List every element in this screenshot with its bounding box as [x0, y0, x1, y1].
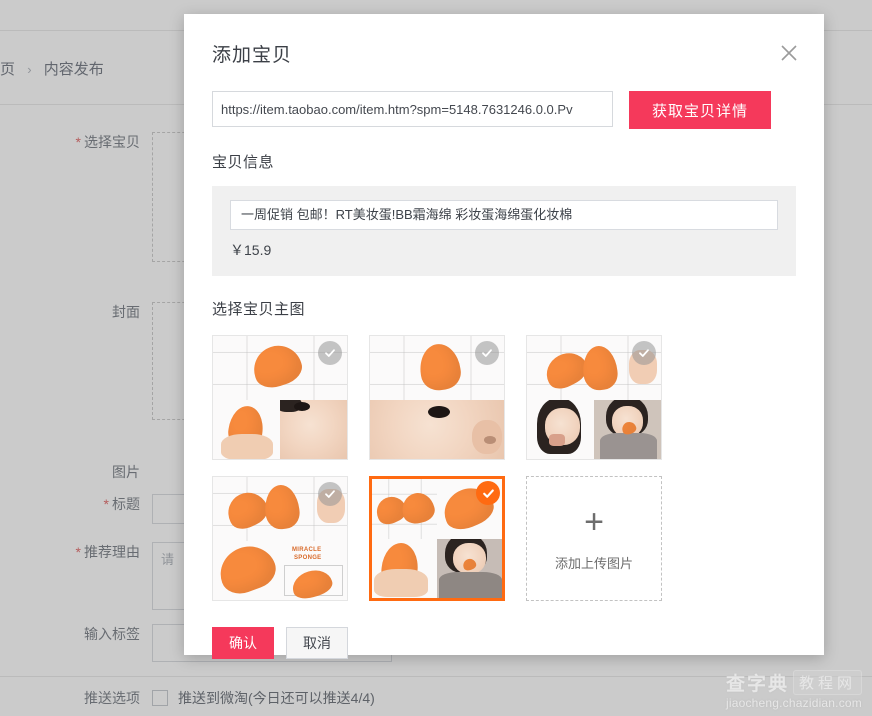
url-row: 获取宝贝详情 — [212, 91, 796, 129]
dialog-body: 获取宝贝详情 宝贝信息 一周促销 包邮！RT美妆蛋!BB霜海绵 彩妆蛋海绵蛋化妆… — [184, 91, 824, 601]
thumbnail-item-3[interactable] — [526, 335, 662, 460]
thumbnail-grid: MIRACLE SPONGE + 添加上传图片 — [212, 335, 796, 601]
thumbnail-item-4[interactable]: MIRACLE SPONGE — [212, 476, 348, 601]
item-info-section-title: 宝贝信息 — [212, 154, 275, 171]
thumbnail-item-5[interactable] — [369, 476, 505, 601]
thumbnail-item-1[interactable] — [212, 335, 348, 460]
confirm-button[interactable]: 确认 — [212, 627, 274, 659]
check-circle-icon[interactable] — [476, 481, 500, 505]
item-url-input[interactable] — [212, 91, 613, 127]
check-circle-icon[interactable] — [318, 341, 342, 365]
thumb4-overlay-text-1: MIRACLE — [292, 546, 322, 553]
dialog-header: 添加宝贝 — [184, 14, 824, 67]
check-circle-icon[interactable] — [475, 341, 499, 365]
main-image-section-title: 选择宝贝主图 — [212, 301, 306, 318]
fetch-item-detail-button[interactable]: 获取宝贝详情 — [629, 91, 771, 129]
thumbnail-item-2[interactable] — [369, 335, 505, 460]
check-circle-icon[interactable] — [632, 341, 656, 365]
dialog-footer: 确认 取消 — [184, 601, 824, 659]
add-upload-image-tile[interactable]: + 添加上传图片 — [526, 476, 662, 601]
item-title-field[interactable]: 一周促销 包邮！RT美妆蛋!BB霜海绵 彩妆蛋海绵蛋化妆棉 — [230, 200, 778, 230]
add-upload-image-label: 添加上传图片 — [554, 556, 633, 571]
check-circle-icon[interactable] — [318, 482, 342, 506]
cancel-button[interactable]: 取消 — [286, 627, 348, 659]
plus-icon: + — [584, 503, 604, 541]
item-info-panel: 一周促销 包邮！RT美妆蛋!BB霜海绵 彩妆蛋海绵蛋化妆棉 ￥15.9 — [212, 186, 796, 276]
item-price: ￥15.9 — [230, 242, 272, 258]
add-item-dialog: 添加宝贝 获取宝贝详情 宝贝信息 一周促销 包邮！RT美妆蛋!BB霜海绵 彩妆蛋… — [184, 14, 824, 659]
thumb4-overlay-text-2: SPONGE — [294, 554, 322, 561]
dialog-title: 添加宝贝 — [212, 45, 293, 66]
close-icon[interactable] — [776, 40, 802, 66]
